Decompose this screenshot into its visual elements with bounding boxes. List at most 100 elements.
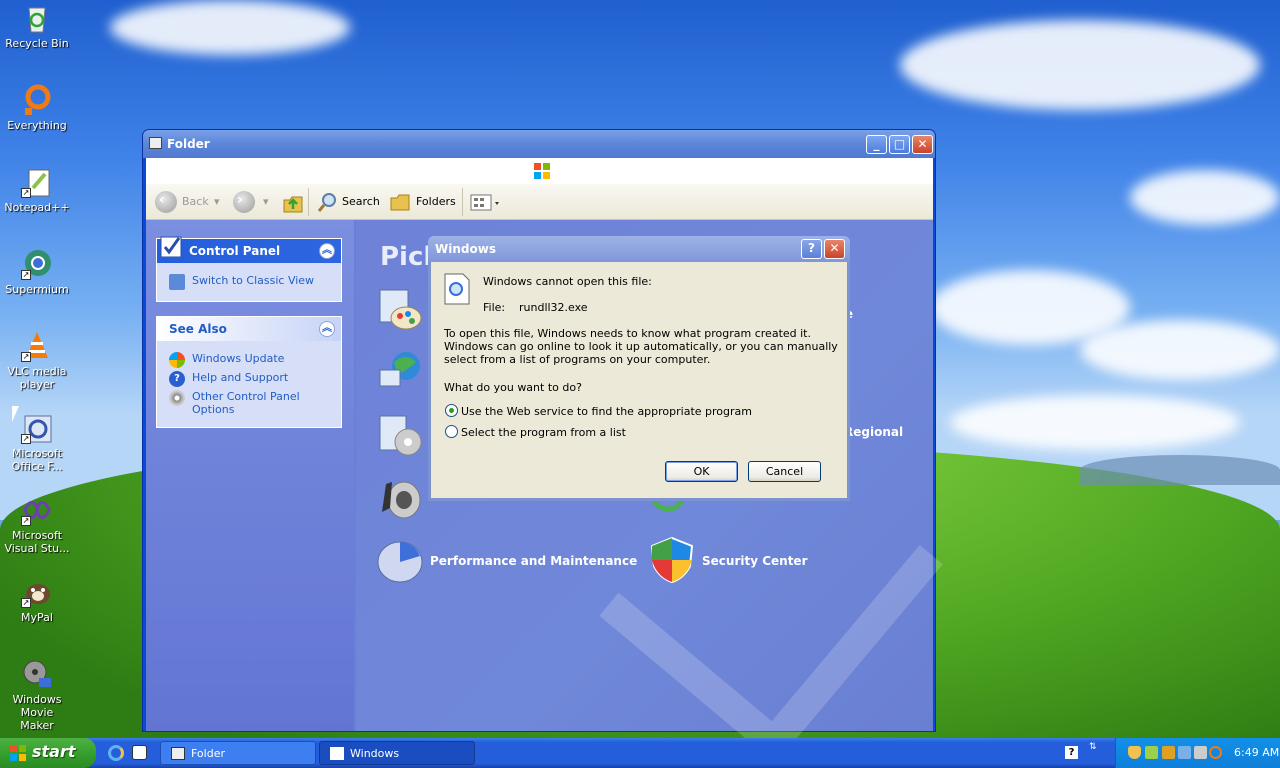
search-button[interactable]: Search <box>316 190 380 214</box>
back-button[interactable]: Back <box>182 190 209 214</box>
help-support-link[interactable]: ? Help and Support <box>157 368 341 387</box>
desktop-icon-vlc[interactable]: ↗ VLC media player <box>4 330 70 391</box>
windows-update-link[interactable]: Windows Update <box>157 349 341 368</box>
task-pane: Control Panel ︽ Switch to Classic View S… <box>146 220 354 731</box>
folder-window-titlebar[interactable]: Folder _ □ ✕ <box>143 130 935 158</box>
sounds-audio-icon[interactable] <box>376 474 424 522</box>
help-tray-icon[interactable]: ? <box>1065 746 1078 759</box>
desktop-icon-movie-maker[interactable]: Windows Movie Maker <box>4 658 70 732</box>
forward-button[interactable]: › <box>233 191 255 213</box>
link-label: Switch to Classic View <box>192 274 315 287</box>
network-tray-icon[interactable] <box>1145 746 1158 759</box>
ok-button[interactable]: OK <box>665 461 738 482</box>
desktop-icon-supermium[interactable]: ↗ Supermium <box>4 248 70 296</box>
link-label: Other Control Panel Options <box>192 390 300 416</box>
desktop-icon-notepadpp[interactable]: ↗ Notepad++ <box>4 166 70 214</box>
web-service-radio[interactable] <box>445 404 458 417</box>
task-label: Windows <box>350 747 400 760</box>
up-folder-button[interactable] <box>282 192 304 214</box>
mouse-cursor <box>12 406 24 422</box>
dialog-titlebar[interactable]: Windows ? ✕ <box>428 236 850 262</box>
folders-button[interactable]: Folders <box>389 190 456 214</box>
network-internet-icon[interactable] <box>376 348 424 396</box>
other-options-link[interactable]: Other Control Panel Options <box>157 387 341 419</box>
file-label: File: <box>483 301 506 314</box>
shield-icon[interactable] <box>1128 746 1141 759</box>
dialog-question: What do you want to do? <box>444 381 582 394</box>
start-label: start <box>32 742 76 761</box>
desktop-far-hill <box>1080 455 1280 485</box>
desktop-icon-label: Microsoft Visual Stu... <box>4 529 70 555</box>
link-label: Help and Support <box>192 371 289 384</box>
cancel-button[interactable]: Cancel <box>748 461 821 482</box>
start-button[interactable]: start <box>0 738 96 768</box>
show-desktop-icon[interactable] <box>132 745 147 760</box>
see-also-header[interactable]: See Also ︽ <box>157 317 341 341</box>
desktop-icon-mypal[interactable]: ↗ MyPal <box>4 576 70 624</box>
desktop-icon-label: MyPal <box>21 611 53 624</box>
search-label: Search <box>342 195 380 208</box>
toolbar-separator <box>308 188 309 216</box>
settings-tray-icon[interactable] <box>1178 746 1191 759</box>
minimize-button[interactable]: _ <box>866 135 887 154</box>
desktop-icon-label: Windows Movie Maker <box>12 693 62 732</box>
regional-link[interactable]: Regional <box>844 425 903 439</box>
desktop-icon-label: Everything <box>7 119 67 132</box>
desktop-icon-label: Supermium <box>5 283 69 296</box>
vlc-icon: ↗ <box>21 330 53 362</box>
back-label: Back <box>182 195 209 208</box>
up-folder-icon <box>283 196 303 213</box>
add-remove-programs-icon[interactable] <box>376 410 424 458</box>
back-dropdown-icon[interactable]: ▾ <box>214 190 220 214</box>
switch-view-icon <box>169 274 185 290</box>
people-tray-icon[interactable] <box>1162 746 1175 759</box>
performance-maintenance-link[interactable]: Performance and Maintenance <box>430 554 637 568</box>
desktop-icon-label: Recycle Bin <box>5 37 69 50</box>
switch-classic-view-link[interactable]: Switch to Classic View <box>157 271 341 290</box>
cloud <box>1130 170 1280 225</box>
appearance-themes-icon[interactable] <box>376 286 424 334</box>
desktop-icon-recycle-bin[interactable]: Recycle Bin <box>4 2 70 50</box>
collapse-chevron-icon[interactable]: ︽ <box>319 243 335 259</box>
file-search-icon <box>444 273 470 305</box>
internet-explorer-icon[interactable] <box>108 745 124 761</box>
language-bar-icon[interactable]: ⇅ <box>1089 742 1097 752</box>
ms-visual-studio-icon: ↗ <box>21 494 53 526</box>
close-button[interactable]: ✕ <box>912 135 933 154</box>
desktop-icon-everything[interactable]: Everything <box>4 84 70 132</box>
volume-tray-icon[interactable] <box>1194 746 1207 759</box>
see-also-box: See Also ︽ Windows Update ? Help and Sup… <box>156 316 342 428</box>
desktop-icon-ms-visual-studio[interactable]: ↗ Microsoft Visual Stu... <box>4 494 70 555</box>
system-tray: 6:49 AM <box>1115 738 1280 768</box>
clock[interactable]: 6:49 AM <box>1234 746 1279 759</box>
search-icon <box>317 193 336 212</box>
maximize-button[interactable]: □ <box>889 135 910 154</box>
file-name: rundll32.exe <box>519 301 588 314</box>
control-panel-box: Control Panel ︽ Switch to Classic View <box>156 236 342 302</box>
forward-dropdown-icon[interactable]: ▾ <box>263 190 269 214</box>
performance-maintenance-icon[interactable] <box>376 538 424 586</box>
web-service-option-label[interactable]: Use the Web service to find the appropri… <box>461 405 752 418</box>
movie-maker-icon <box>21 658 53 690</box>
notepadpp-icon: ↗ <box>21 166 53 198</box>
views-button[interactable] <box>470 190 500 214</box>
window-task-icon <box>330 747 344 760</box>
control-panel-header[interactable]: Control Panel ︽ <box>157 236 341 263</box>
security-center-link[interactable]: Security Center <box>702 554 808 568</box>
security-center-icon[interactable] <box>648 536 696 584</box>
collapse-chevron-icon[interactable]: ︽ <box>319 321 335 337</box>
folder-window-icon <box>149 137 162 149</box>
select-program-option-label[interactable]: Select the program from a list <box>461 426 626 439</box>
folders-label: Folders <box>416 195 456 208</box>
control-panel-icon <box>160 236 182 257</box>
everything-tray-icon[interactable] <box>1209 746 1222 759</box>
taskbar-item-folder[interactable]: Folder <box>160 741 316 765</box>
folder-window-title: Folder <box>167 137 210 151</box>
help-icon: ? <box>169 371 185 387</box>
taskbar-item-windows[interactable]: Windows <box>319 741 475 765</box>
dialog-close-button[interactable]: ✕ <box>824 239 845 259</box>
dialog-explanation: To open this file, Windows needs to know… <box>444 327 838 366</box>
select-program-radio[interactable] <box>445 425 458 438</box>
windows-logo-icon <box>533 162 551 180</box>
help-button[interactable]: ? <box>801 239 822 259</box>
